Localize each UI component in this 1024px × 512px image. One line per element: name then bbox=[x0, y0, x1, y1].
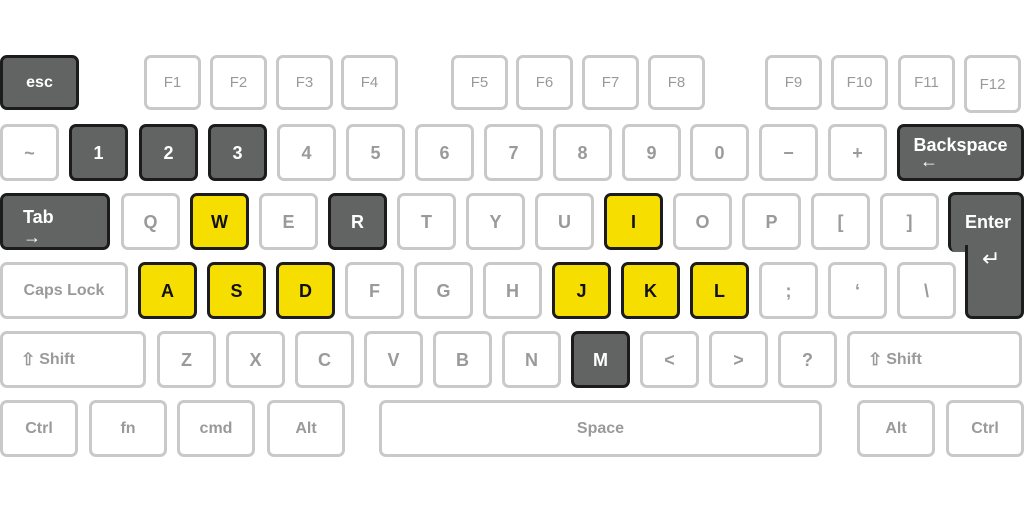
key-caps-lock[interactable]: Caps Lock bbox=[0, 262, 128, 319]
key-0[interactable]: 0 bbox=[690, 124, 749, 181]
key-right-bracket[interactable]: ] bbox=[880, 193, 939, 250]
key-f8[interactable]: F8 bbox=[648, 55, 705, 110]
key-f11[interactable]: F11 bbox=[898, 55, 955, 110]
key-p[interactable]: P bbox=[742, 193, 801, 250]
key-q[interactable]: Q bbox=[121, 193, 180, 250]
key-f10[interactable]: F10 bbox=[831, 55, 888, 110]
key-l[interactable]: L bbox=[690, 262, 749, 319]
key-esc[interactable]: esc bbox=[0, 55, 79, 110]
key-shift-left[interactable]: ⇧ Shift bbox=[0, 331, 146, 388]
key-8[interactable]: 8 bbox=[553, 124, 612, 181]
key-5[interactable]: 5 bbox=[346, 124, 405, 181]
key-m[interactable]: M bbox=[571, 331, 630, 388]
key-enter-label: Enter bbox=[965, 212, 1012, 232]
key-shift-label: Shift bbox=[886, 350, 922, 368]
shift-arrow-icon: ⇧ bbox=[868, 350, 883, 369]
key-i[interactable]: I bbox=[604, 193, 663, 250]
key-alt-right[interactable]: Alt bbox=[857, 400, 935, 457]
key-cmd[interactable]: cmd bbox=[177, 400, 255, 457]
key-h[interactable]: H bbox=[483, 262, 542, 319]
key-tab[interactable]: Tab → bbox=[0, 193, 110, 250]
key-f[interactable]: F bbox=[345, 262, 404, 319]
key-6[interactable]: 6 bbox=[415, 124, 474, 181]
key-7[interactable]: 7 bbox=[484, 124, 543, 181]
key-9[interactable]: 9 bbox=[622, 124, 681, 181]
key-u[interactable]: U bbox=[535, 193, 594, 250]
key-y[interactable]: Y bbox=[466, 193, 525, 250]
key-f5[interactable]: F5 bbox=[451, 55, 508, 110]
key-question[interactable]: ? bbox=[778, 331, 837, 388]
key-f1[interactable]: F1 bbox=[144, 55, 201, 110]
key-minus[interactable]: − bbox=[759, 124, 818, 181]
key-plus[interactable]: + bbox=[828, 124, 887, 181]
key-f3[interactable]: F3 bbox=[276, 55, 333, 110]
return-arrow-icon: ↵ bbox=[982, 246, 1001, 271]
key-4[interactable]: 4 bbox=[277, 124, 336, 181]
key-f7[interactable]: F7 bbox=[582, 55, 639, 110]
key-2[interactable]: 2 bbox=[139, 124, 198, 181]
key-less-than[interactable]: < bbox=[640, 331, 699, 388]
key-j[interactable]: J bbox=[552, 262, 611, 319]
key-backspace[interactable]: Backspace ← bbox=[897, 124, 1024, 181]
key-r[interactable]: R bbox=[328, 193, 387, 250]
key-f2[interactable]: F2 bbox=[210, 55, 267, 110]
key-f12[interactable]: F12 bbox=[964, 55, 1021, 113]
key-fn[interactable]: fn bbox=[89, 400, 167, 457]
key-tab-label: Tab bbox=[23, 207, 54, 227]
key-s[interactable]: S bbox=[207, 262, 266, 319]
key-t[interactable]: T bbox=[397, 193, 456, 250]
shift-arrow-icon: ⇧ bbox=[21, 350, 36, 369]
key-x[interactable]: X bbox=[226, 331, 285, 388]
left-arrow-icon: ← bbox=[920, 150, 938, 171]
key-c[interactable]: C bbox=[295, 331, 354, 388]
key-space[interactable]: Space bbox=[379, 400, 822, 457]
key-w[interactable]: W bbox=[190, 193, 249, 250]
key-k[interactable]: K bbox=[621, 262, 680, 319]
key-shift-label: Shift bbox=[39, 350, 75, 368]
key-z[interactable]: Z bbox=[157, 331, 216, 388]
key-shift-right[interactable]: ⇧ Shift bbox=[847, 331, 1022, 388]
key-tilde[interactable]: ~ bbox=[0, 124, 59, 181]
key-greater-than[interactable]: > bbox=[709, 331, 768, 388]
key-g[interactable]: G bbox=[414, 262, 473, 319]
key-f6[interactable]: F6 bbox=[516, 55, 573, 110]
key-ctrl-left[interactable]: Ctrl bbox=[0, 400, 78, 457]
key-o[interactable]: O bbox=[673, 193, 732, 250]
key-1[interactable]: 1 bbox=[69, 124, 128, 181]
keyboard-diagram: esc F1 F2 F3 F4 F5 F6 F7 F8 F9 F10 F11 F… bbox=[0, 0, 1024, 512]
key-d[interactable]: D bbox=[276, 262, 335, 319]
key-b[interactable]: B bbox=[433, 331, 492, 388]
key-left-bracket[interactable]: [ bbox=[811, 193, 870, 250]
key-backslash[interactable]: \ bbox=[897, 262, 956, 319]
key-semicolon[interactable]: ; bbox=[759, 262, 818, 319]
key-alt-left[interactable]: Alt bbox=[267, 400, 345, 457]
key-e[interactable]: E bbox=[259, 193, 318, 250]
right-arrow-icon: → bbox=[23, 227, 41, 247]
key-n[interactable]: N bbox=[502, 331, 561, 388]
key-v[interactable]: V bbox=[364, 331, 423, 388]
key-3[interactable]: 3 bbox=[208, 124, 267, 181]
key-ctrl-right[interactable]: Ctrl bbox=[946, 400, 1024, 457]
key-quote[interactable]: ‘ bbox=[828, 262, 887, 319]
key-f4[interactable]: F4 bbox=[341, 55, 398, 110]
key-f9[interactable]: F9 bbox=[765, 55, 822, 110]
key-a[interactable]: A bbox=[138, 262, 197, 319]
